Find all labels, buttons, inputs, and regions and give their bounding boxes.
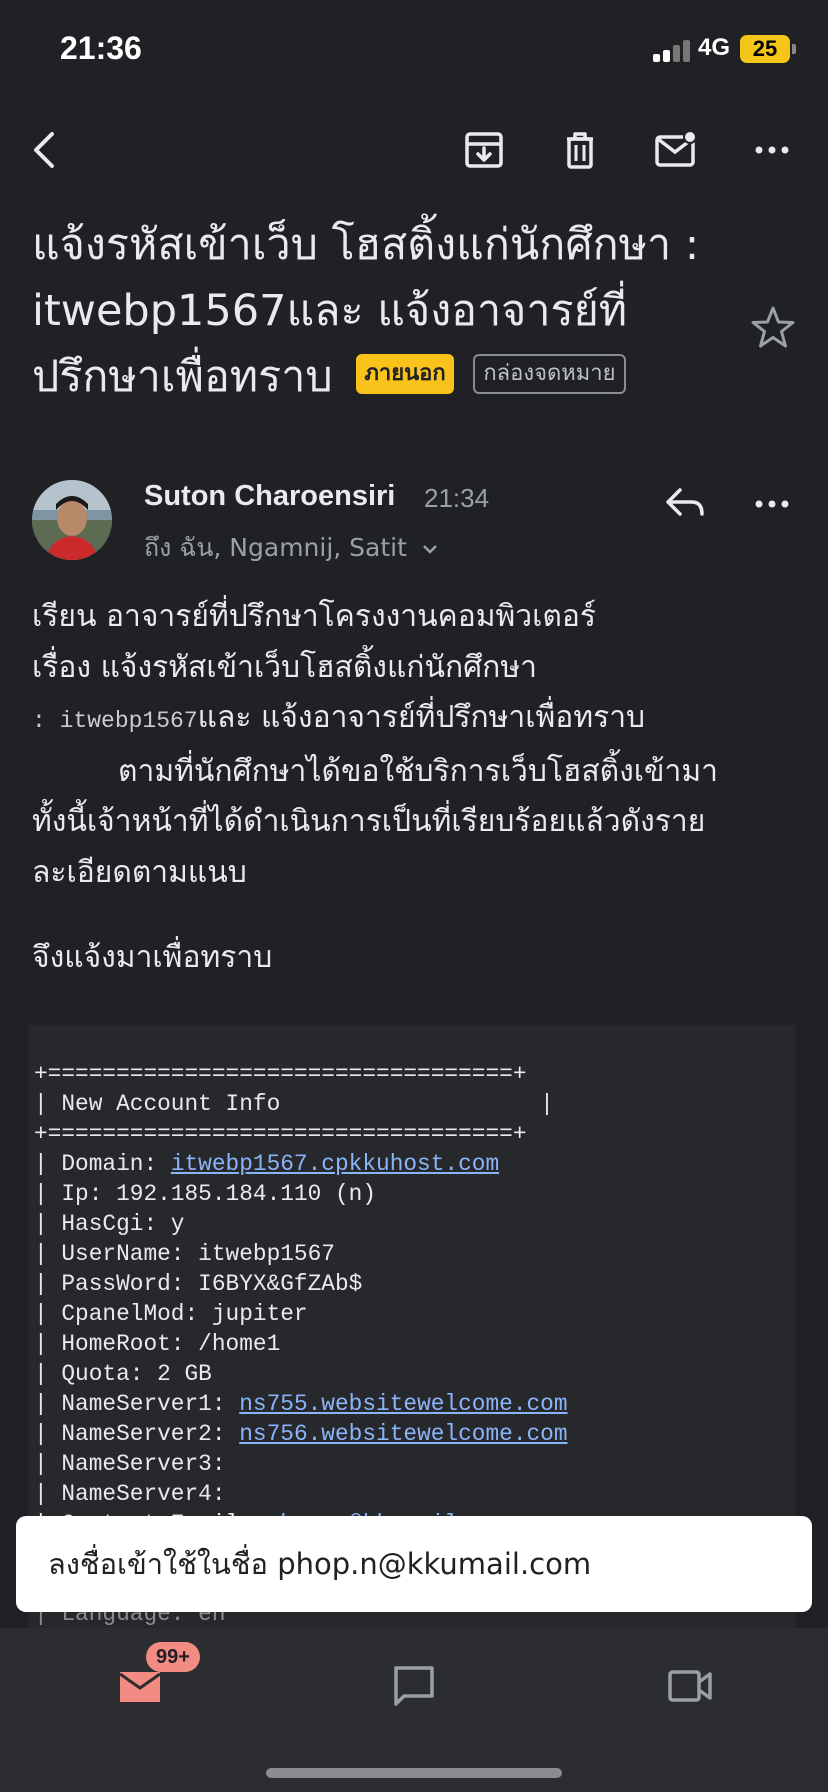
ns2-link[interactable]: ns756.websitewelcome.com bbox=[239, 1421, 567, 1447]
account-ns4: | NameServer4: bbox=[34, 1481, 226, 1507]
body-text: และ แจ้งอาจารย์ที่ปรึกษาเพื่อทราบ bbox=[197, 700, 646, 735]
body-username: itwebp1567 bbox=[59, 708, 198, 734]
archive-button[interactable] bbox=[454, 115, 514, 185]
chevron-down-icon bbox=[422, 545, 437, 554]
battery-icon: 25 bbox=[740, 35, 790, 63]
archive-icon bbox=[465, 132, 503, 168]
mark-unread-icon bbox=[655, 130, 697, 167]
domain-link[interactable]: itwebp1567.cpkkuhost.com bbox=[171, 1151, 499, 1177]
recipients-text: ถึง ฉัน, Ngamnij, Satit bbox=[144, 533, 407, 562]
star-icon[interactable] bbox=[748, 303, 798, 353]
account-quota: | Quota: 2 GB bbox=[34, 1361, 212, 1387]
account-homeroot: | HomeRoot: /home1 bbox=[34, 1331, 281, 1357]
video-call-icon[interactable] bbox=[666, 1662, 714, 1710]
body-line: ตามที่นักศึกษาได้ขอใช้บริการเว็บโฮสติ้งเ… bbox=[118, 753, 718, 789]
trash-icon bbox=[567, 132, 593, 169]
more-horizontal-icon bbox=[755, 146, 789, 154]
ns1-link[interactable]: ns755.websitewelcome.com bbox=[239, 1391, 567, 1417]
toolbar bbox=[0, 115, 828, 185]
domain-label: | Domain: bbox=[34, 1151, 171, 1177]
account-password: | PassWord: I6BYX&GfZAb$ bbox=[34, 1271, 363, 1297]
home-indicator[interactable] bbox=[266, 1768, 562, 1778]
account-hascgi: | HasCgi: y bbox=[34, 1211, 185, 1237]
mail-badge: 99+ bbox=[146, 1642, 200, 1672]
email-subject: แจ้งรหัสเข้าเว็บ โฮสติ้งแก่นักศึกษา : it… bbox=[32, 212, 732, 410]
sent-time: 21:34 bbox=[424, 483, 490, 513]
sender-name: Suton Charoensiri bbox=[144, 480, 396, 512]
recipients[interactable]: ถึง ฉัน, Ngamnij, Satit bbox=[144, 528, 439, 568]
network-type: 4G bbox=[698, 34, 731, 61]
account-username: | UserName: itwebp1567 bbox=[34, 1241, 335, 1267]
account-ns1: | NameServer1: ns755.websitewelcome.com bbox=[34, 1389, 796, 1419]
ns2-label: | NameServer2: bbox=[34, 1421, 240, 1447]
body-line: : itwebp1567และ แจ้งอาจารย์ที่ปรึกษาเพื่… bbox=[32, 693, 812, 747]
battery-tip bbox=[792, 44, 796, 54]
body-line: เรียน อาจารย์ที่ปรึกษาโครงงานคอมพิวเตอร์ bbox=[32, 599, 596, 634]
status-time: 21:36 bbox=[60, 30, 142, 66]
account-border: +==================================+ bbox=[34, 1061, 527, 1087]
account-border: +==================================+ bbox=[34, 1121, 527, 1147]
account-ns3: | NameServer3: bbox=[34, 1451, 226, 1477]
delete-button[interactable] bbox=[550, 115, 610, 185]
signal-icon bbox=[653, 38, 691, 62]
ns1-label: | NameServer1: bbox=[34, 1391, 240, 1417]
account-cpanelmod: | CpanelMod: jupiter bbox=[34, 1301, 308, 1327]
account-header: | New Account Info | bbox=[34, 1091, 554, 1117]
back-button[interactable] bbox=[16, 115, 76, 185]
account-domain: | Domain: itwebp1567.cpkkuhost.com bbox=[34, 1149, 796, 1179]
body-line: ทั้งนี้เจ้าหน้าที่ได้ดำเนินการเป็นที่เรี… bbox=[32, 804, 706, 839]
status-bar: 21:36 4G 25 bbox=[0, 0, 828, 100]
mark-unread-button[interactable] bbox=[646, 115, 706, 185]
body-line: เรื่อง แจ้งรหัสเข้าเว็บโฮสติ้งแก่นักศึกษ… bbox=[32, 649, 537, 685]
sender-avatar[interactable] bbox=[32, 480, 112, 560]
email-body: เรียน อาจารย์ที่ปรึกษาโครงงานคอมพิวเตอร์… bbox=[32, 592, 812, 898]
bottom-nav: 99+ bbox=[0, 1628, 828, 1792]
reply-icon[interactable] bbox=[660, 478, 710, 528]
message-more-icon[interactable] bbox=[746, 478, 798, 530]
body-closing: จึงแจ้งมาเพื่อทราบ bbox=[32, 940, 273, 975]
label-inbox[interactable]: กล่องจดหมาย bbox=[473, 353, 626, 394]
chat-icon[interactable] bbox=[390, 1662, 438, 1710]
label-outside[interactable]: ภายนอก bbox=[356, 353, 454, 394]
avatar-photo bbox=[32, 480, 112, 560]
more-options-button[interactable] bbox=[742, 115, 802, 185]
back-arrow-icon bbox=[34, 132, 54, 168]
body-colon: : bbox=[32, 708, 60, 734]
body-line: ละเอียดตามแนบ bbox=[32, 854, 247, 890]
account-ns2: | NameServer2: ns756.websitewelcome.com bbox=[34, 1419, 796, 1449]
signed-in-toast: ลงชื่อเข้าใช้ในชื่อ phop.n@kkumail.com bbox=[16, 1516, 812, 1612]
account-ip: | Ip: 192.185.184.110 (n) bbox=[34, 1181, 377, 1207]
